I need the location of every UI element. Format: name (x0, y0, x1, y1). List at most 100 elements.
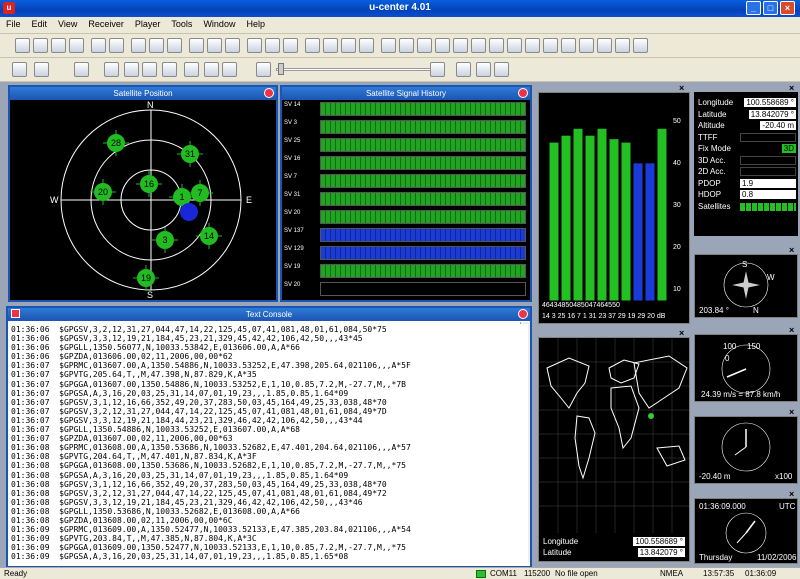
bar-sv-labels: 14 3 25 16 7 1 31 23 37 29 19 29 20 dB (542, 313, 666, 320)
view4-icon[interactable] (525, 38, 540, 53)
playback-slider-thumb[interactable] (278, 63, 284, 75)
skip-start-icon[interactable] (256, 62, 271, 77)
speed-readout: 24.39 m/s = 87.8 km/h (701, 390, 780, 399)
panel-title: Text Console (8, 308, 530, 321)
signal-strip (320, 210, 526, 224)
speed-gauge: 0 150 100 24.39 m/s = 87.8 km/h (694, 334, 798, 402)
panel-close-icon[interactable] (518, 309, 528, 319)
record-icon[interactable] (162, 62, 177, 77)
save-icon[interactable] (51, 38, 66, 53)
menu-tools[interactable]: Tools (165, 17, 197, 29)
open-file-icon[interactable] (33, 38, 48, 53)
svg-text:28: 28 (111, 138, 121, 148)
playback-slider[interactable] (276, 68, 436, 71)
console-line: 01:36:07 $GPGGA,013607.00,1350.54886,N,1… (11, 379, 406, 389)
receiver-position (180, 203, 198, 221)
chart1-icon[interactable] (381, 38, 396, 53)
info-row: HDOP 0.8 (698, 190, 796, 200)
compass-s-label: S (742, 260, 747, 269)
panel-close-icon[interactable] (264, 88, 274, 98)
bar-axis-tick: 30 (673, 202, 681, 209)
doc3-icon[interactable] (283, 38, 298, 53)
view7-icon[interactable] (579, 38, 594, 53)
history-row: SV 129 (282, 245, 530, 262)
connect-icon[interactable] (12, 62, 27, 77)
pause-icon[interactable] (142, 62, 157, 77)
doc2-icon[interactable] (265, 38, 280, 53)
status-ready: Ready (4, 569, 28, 578)
info-row: Latitude 13.842079 ° (698, 109, 796, 120)
sv-label: SV 20 (284, 282, 301, 288)
view6-icon[interactable] (561, 38, 576, 53)
sv-label: SV 14 (284, 102, 301, 108)
skip-end-icon[interactable] (430, 62, 445, 77)
panel-title: Satellite Signal History (282, 87, 530, 100)
close-button[interactable]: × (780, 1, 795, 15)
baud-icon[interactable] (34, 62, 49, 77)
rewind-icon[interactable] (124, 62, 139, 77)
sigma-icon[interactable] (341, 38, 356, 53)
title-bar: u u-center 4.01 _ □ × (0, 0, 800, 17)
console-line: 01:36:07 $GPGSA,A,3,16,20,03,25,31,14,07… (11, 388, 349, 398)
hold-h-icon[interactable] (456, 62, 471, 77)
open-dropdown-icon[interactable] (69, 38, 84, 53)
maximize-button[interactable]: □ (763, 1, 778, 15)
fast-forward-icon[interactable] (222, 62, 237, 77)
window-icon[interactable] (305, 38, 320, 53)
view9-icon[interactable] (615, 38, 630, 53)
doc1-icon[interactable] (247, 38, 262, 53)
minimize-button[interactable]: _ (746, 1, 761, 15)
step-icon[interactable] (184, 62, 199, 77)
menu-edit[interactable]: Edit (26, 17, 53, 29)
view5-icon[interactable] (543, 38, 558, 53)
db1-icon[interactable] (189, 38, 204, 53)
map-lat-value: 13.842079 ° (637, 548, 685, 557)
cut-icon[interactable] (131, 38, 146, 53)
paste-icon[interactable] (167, 38, 182, 53)
menu-player[interactable]: Player (129, 17, 166, 29)
navigation-info: Longitude 100.558689 ° Latitude 13.842079 °… (694, 92, 798, 236)
connection-icon (476, 570, 486, 578)
db3-icon[interactable] (225, 38, 240, 53)
view1-icon[interactable] (471, 38, 486, 53)
monitor1-icon[interactable] (435, 38, 450, 53)
sv-label: SV 137 (284, 228, 304, 234)
table-icon[interactable] (323, 38, 338, 53)
db2-icon[interactable] (207, 38, 222, 53)
svg-text:1: 1 (179, 192, 184, 202)
hold-c-icon[interactable] (494, 62, 509, 77)
info-label: Fix Mode (698, 144, 731, 153)
wand-icon[interactable] (74, 62, 89, 77)
view3-icon[interactable] (507, 38, 522, 53)
view2-icon[interactable] (489, 38, 504, 53)
console-line: 01:36:07 $GPZDA,013607.00,02,11,2006,00,… (11, 434, 233, 444)
eject-icon[interactable] (104, 62, 119, 77)
print-preview-icon[interactable] (109, 38, 124, 53)
new-file-icon[interactable] (15, 38, 30, 53)
view8-icon[interactable] (597, 38, 612, 53)
menu-view[interactable]: View (52, 17, 82, 29)
print-icon[interactable] (91, 38, 106, 53)
bar-axis-tick: 50 (673, 118, 681, 125)
info-label: Altitude (698, 121, 725, 130)
compass-s: S (147, 290, 153, 300)
signal-strip (320, 246, 526, 260)
chart2-icon[interactable] (399, 38, 414, 53)
console-line: 01:36:09 $GPGSA,A,3,16,20,03,25,31,14,07… (11, 552, 349, 562)
layout-icon[interactable] (359, 38, 374, 53)
panel-close-icon[interactable] (518, 88, 528, 98)
menu-file[interactable]: File (0, 17, 26, 29)
play-icon[interactable] (204, 62, 219, 77)
monitor2-icon[interactable] (453, 38, 468, 53)
view10-icon[interactable] (633, 38, 648, 53)
menu-help[interactable]: Help (240, 17, 270, 29)
console-line: 01:36:08 $GPGSV,3,1,12,16,66,352,49,20,3… (11, 479, 387, 489)
chart3-icon[interactable] (417, 38, 432, 53)
copy-icon[interactable] (149, 38, 164, 53)
console-line: 01:36:08 $GPGSA,A,3,16,20,03,25,31,14,07… (11, 470, 349, 480)
console-text: 01:36:06 $GPGSV,3,2,12,31,27,044,47,14,2… (9, 324, 528, 565)
hold-w-icon[interactable] (476, 62, 491, 77)
signal-bar (608, 138, 620, 302)
menu-receiver[interactable]: Receiver (82, 17, 129, 29)
menu-window[interactable]: Window (197, 17, 240, 29)
